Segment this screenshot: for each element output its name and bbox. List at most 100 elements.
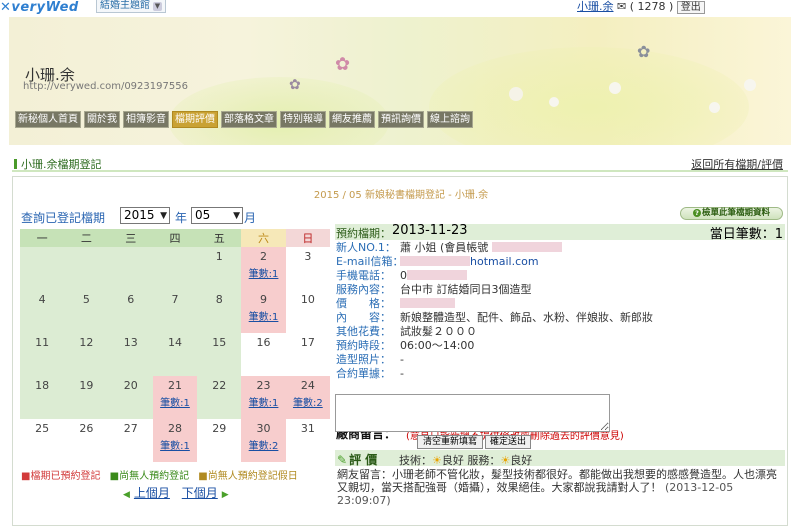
calendar-day: 19 [64, 376, 109, 419]
calendar-day: 3 [285, 247, 330, 290]
field-value: hotmail.com [400, 255, 539, 269]
booking-count-link[interactable]: 筆數:2 [241, 437, 285, 452]
calendar-day-booked[interactable]: 24 筆數:2 [285, 376, 330, 419]
calendar-day: 8 [197, 290, 242, 333]
theme-site-dropdown[interactable]: 結婚主題館 ▼ [96, 0, 166, 13]
field-value [400, 297, 455, 311]
nav-item-reports[interactable]: 特別報導 [280, 111, 326, 128]
year-unit: 年 [175, 211, 188, 225]
day-number: 15 [212, 336, 227, 349]
calendar-day: 17 [285, 333, 330, 376]
calendar-day-booked[interactable]: 21 筆數:1 [152, 376, 198, 419]
field-row: 價 格： [335, 297, 785, 311]
calendar-day-empty [152, 247, 198, 290]
nav-item-recommend[interactable]: 網友推薦 [329, 111, 375, 128]
prev-arrow-icon[interactable]: ◀ [123, 490, 130, 500]
nav-item-consult[interactable]: 線上諮詢 [427, 111, 473, 128]
field-label: 手機電話： [336, 269, 391, 282]
clear-button[interactable]: 清空重新填寫 [417, 435, 483, 449]
day-number: 20 [123, 379, 138, 392]
review-title: ✎ 評 價 [337, 453, 378, 467]
field-row: 服務內容： 台中市 訂結婚同日3個造型 [335, 283, 785, 297]
calendar-day-booked[interactable]: 28 筆數:1 [152, 419, 198, 462]
day-number: 31 [300, 422, 315, 435]
panel-title: 2015 / 05 新娘秘書檔期登記 - 小珊.余 [313, 190, 489, 201]
nav-item-blog[interactable]: 部落格文章 [221, 111, 277, 128]
calendar-day-booked[interactable]: 23 筆數:1 [241, 376, 286, 419]
day-number: 14 [167, 336, 182, 349]
mail-icon[interactable]: ✉ [617, 0, 626, 13]
booking-count-link[interactable]: 筆數:1 [241, 265, 285, 280]
logout-button[interactable]: 登出 [676, 1, 705, 14]
calendar-day: 15 [197, 333, 242, 376]
day-number: 18 [35, 379, 50, 392]
calendar-day: 4 [20, 290, 65, 333]
calendar-day-empty [108, 247, 153, 290]
field-label: 合約單據： [336, 367, 391, 380]
review-header: ✎ 評 價 技術：☀良好 服務：☀良好 [335, 450, 785, 467]
calendar-day: 13 [108, 333, 153, 376]
nav-item-about[interactable]: 關於我 [84, 111, 120, 128]
year-value: 2015 [124, 208, 155, 222]
next-arrow-icon[interactable]: ▶ [222, 490, 229, 500]
skill-value: 良好 [441, 454, 464, 467]
calendar-day-booked[interactable]: 9 筆數:1 [241, 290, 286, 333]
section-bar: 小珊.余檔期登記 返回所有檔期/評價 [12, 154, 788, 172]
banner-decoration [429, 47, 749, 145]
day-number: 5 [82, 293, 90, 306]
day-number: 4 [38, 293, 46, 306]
booking-count-link[interactable]: 筆數:1 [153, 437, 197, 452]
field-row: 其他花費： 試妝髮２０００ [335, 325, 785, 339]
nav-item-albums[interactable]: 相簿影音 [123, 111, 169, 128]
field-row: 預約時段： 06:00～14:00 [335, 339, 785, 353]
flower-decoration [549, 97, 559, 107]
calendar-day: 20 [108, 376, 153, 419]
schedule-panel: 2015 / 05 新娘秘書檔期登記 - 小珊.余 查詢已登記檔期 2015 ▼ … [12, 176, 788, 526]
calendar-day-booked[interactable]: 2 筆數:1 [241, 247, 286, 290]
booking-date-label: 預約檔期： [336, 227, 391, 240]
calendar-day: 31 [285, 419, 330, 462]
nav-item-schedule-reviews[interactable]: 檔期評價 [172, 111, 218, 128]
leaf-icon: ✎ [337, 453, 348, 467]
nav-item-inquiry[interactable]: 預訊詢價 [378, 111, 424, 128]
calendar-day: 5 [64, 290, 109, 333]
weekday-header: 二 [64, 229, 109, 247]
nav-item-home[interactable]: 新秘個人首頁 [15, 111, 81, 128]
sun-icon: ☀ [432, 454, 442, 467]
service-label: 服務： [467, 454, 501, 467]
field-label: 造型照片： [336, 353, 391, 366]
blog-url[interactable]: http://verywed.com/0923197556 [23, 81, 188, 92]
flower-decoration [709, 102, 720, 113]
flower-decoration [609, 82, 621, 94]
email-link[interactable]: hotmail.com [470, 255, 539, 268]
booking-count-link[interactable]: 筆數:1 [241, 308, 285, 323]
site-logo[interactable]: ✕veryWed [0, 0, 79, 15]
legend-free-weekend: ■尚無人預約登記假日 [198, 471, 298, 482]
field-row: 手機電話： 0 [335, 269, 785, 283]
view-booking-label: 檢單此筆檔期資料 [701, 208, 770, 218]
back-to-all-link[interactable]: 返回所有檔期/評價 [691, 156, 783, 172]
field-row: 合約單據： - [335, 367, 785, 381]
prev-month-link[interactable]: 上個月 [134, 486, 170, 500]
next-month-link[interactable]: 下個月 [182, 486, 218, 500]
calendar-day-booked[interactable]: 30 筆數:2 [241, 419, 286, 462]
booking-count-link[interactable]: 筆數:2 [286, 394, 330, 409]
legend-booked: ■檔期已預約登記 [21, 471, 101, 482]
day-number: 1 [215, 250, 223, 263]
user-name-link[interactable]: 小珊.余 [577, 0, 614, 13]
day-number: 7 [171, 293, 179, 306]
year-select[interactable]: 2015 ▼ [120, 207, 170, 224]
butterfly-icon: ✿ [335, 54, 351, 75]
day-number: 9 [260, 293, 268, 306]
submit-button[interactable]: 確定送出 [485, 435, 531, 449]
booking-count-link[interactable]: 筆數:1 [153, 394, 197, 409]
day-number: 17 [300, 336, 315, 349]
view-booking-button[interactable]: ? 檢單此筆檔期資料 [680, 207, 783, 220]
vendor-message-input[interactable] [335, 394, 610, 432]
booking-count-link[interactable]: 筆數:1 [241, 394, 285, 409]
calendar-day-empty [64, 247, 109, 290]
redacted-block [400, 256, 470, 266]
month-select[interactable]: 05 ▼ [191, 207, 243, 224]
booking-detail: 預約檔期： 2013-11-23 當日筆數：1 新人NO.1： 蕭 小姐 (會員帳… [335, 223, 785, 442]
day-number: 26 [79, 422, 94, 435]
